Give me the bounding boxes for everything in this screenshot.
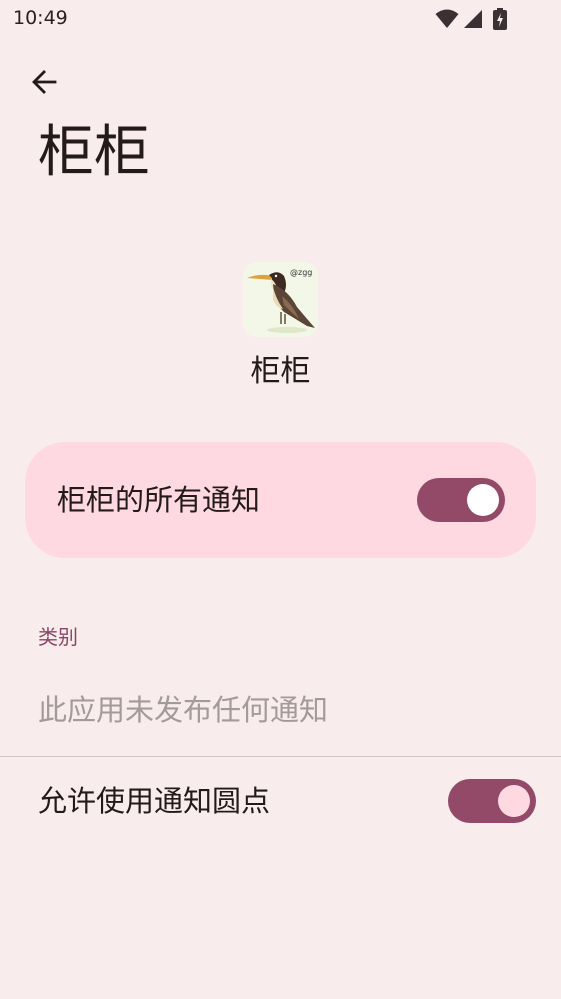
divider — [0, 756, 561, 757]
notification-dot-label: 允许使用通知圆点 — [38, 784, 271, 818]
back-button[interactable] — [24, 62, 64, 102]
arrow-back-icon — [32, 70, 57, 94]
all-notifications-label: 柜柜的所有通知 — [57, 483, 261, 517]
notification-dot-switch[interactable] — [448, 779, 536, 823]
status-time: 10:49 — [13, 7, 68, 29]
battery-charging-icon — [493, 8, 507, 30]
categories-header: 类别 — [38, 625, 78, 649]
notification-dot-row[interactable]: 允许使用通知圆点 — [0, 760, 561, 844]
all-notifications-card[interactable]: 柜柜的所有通知 — [25, 442, 536, 558]
wifi-icon — [435, 9, 459, 28]
status-bar: 10:49 — [0, 0, 561, 38]
app-icon-text: @zgg — [290, 268, 312, 277]
all-notifications-switch[interactable] — [417, 478, 505, 522]
no-notifications-message: 此应用未发布任何通知 — [38, 693, 329, 727]
status-icons — [435, 8, 523, 30]
switch-thumb — [467, 484, 499, 516]
notification-settings-screen: 10:49 柜柜 @zgg 柜柜 柜柜的所有通知 类别 此应用未发布任何通知 允… — [0, 0, 561, 999]
switch-thumb — [498, 785, 530, 817]
page-title: 柜柜 — [38, 120, 150, 185]
signal-icon — [464, 10, 482, 28]
bird-app-icon: @zgg — [243, 262, 318, 337]
app-name: 柜柜 — [250, 354, 311, 389]
